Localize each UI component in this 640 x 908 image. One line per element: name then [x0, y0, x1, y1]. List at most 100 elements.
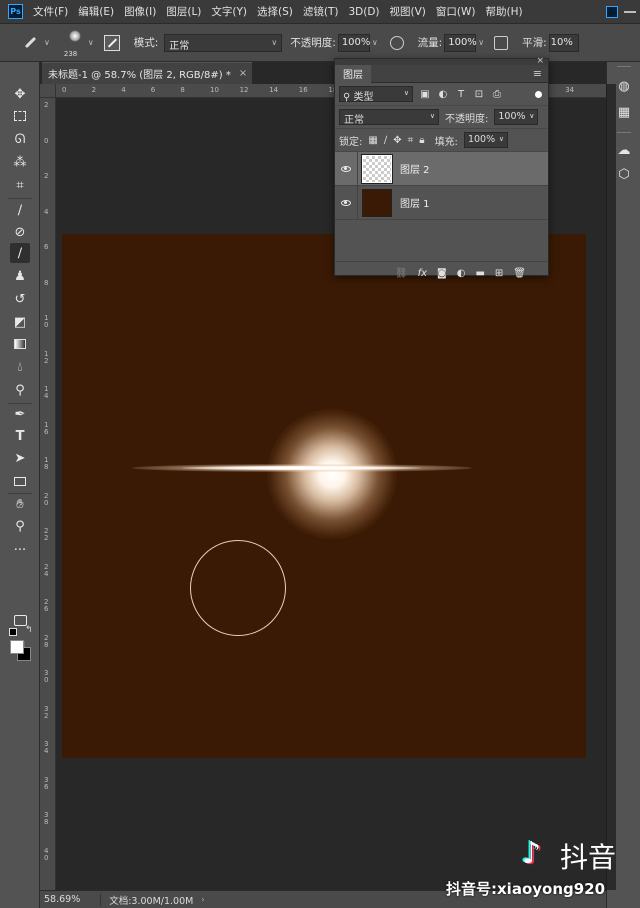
add-mask-icon[interactable]: ◙	[437, 268, 447, 279]
filter-pixel-icon[interactable]: ▣	[419, 89, 431, 100]
filter-shape-icon[interactable]: ⊡	[473, 89, 485, 100]
chevron-down-icon: ∨	[429, 112, 435, 120]
lock-position-icon[interactable]: ✥	[393, 135, 401, 146]
opacity-field[interactable]: 100%	[337, 33, 370, 52]
layers-panel-titlebar[interactable]: ×	[335, 56, 548, 66]
layer-row[interactable]: 图层 2	[335, 151, 548, 186]
brush-settings-panel-icon[interactable]	[103, 34, 120, 51]
adjustment-layer-icon[interactable]: ◐	[457, 268, 466, 279]
close-panel-icon[interactable]: ×	[536, 56, 544, 66]
layer-filter-select[interactable]: ⚲ 类型 ∨	[339, 86, 413, 103]
layer-name[interactable]: 图层 2	[400, 161, 430, 176]
history-brush-tool-icon[interactable]: ↺	[10, 289, 30, 309]
minimize-icon[interactable]	[624, 10, 636, 13]
marquee-tool-icon[interactable]	[10, 106, 30, 126]
hand-tool-icon[interactable]: ✋︎	[10, 494, 30, 514]
layer-filter-value: 类型	[353, 92, 374, 103]
menu-image[interactable]: 图像(I)	[124, 4, 156, 19]
menu-layer[interactable]: 图层(L)	[166, 4, 201, 19]
eraser-tool-icon[interactable]: ◩	[10, 312, 30, 332]
menu-select[interactable]: 选择(S)	[257, 4, 293, 19]
flow-chevron-icon[interactable]: ∨	[478, 38, 484, 47]
mode-select[interactable]: 正常 ∨	[164, 33, 283, 52]
more-tools-icon[interactable]: ···	[10, 540, 30, 560]
dock-grip[interactable]	[617, 66, 631, 67]
menu-type[interactable]: 文字(Y)	[211, 4, 247, 19]
opacity-chevron-icon[interactable]: ∨	[372, 38, 378, 47]
vertical-scrollbar[interactable]	[606, 84, 616, 890]
layers-list-empty-area[interactable]	[335, 220, 548, 261]
libraries-panel-icon[interactable]: ☁	[616, 142, 632, 158]
foreground-color-swatch[interactable]	[10, 640, 24, 654]
brush-tool-icon[interactable]	[22, 35, 38, 51]
menu-filter[interactable]: 滤镜(T)	[303, 4, 339, 19]
layer-row[interactable]: 图层 1	[335, 185, 548, 220]
menu-help[interactable]: 帮助(H)	[486, 4, 523, 19]
brush-preset-chevron-icon[interactable]: ∨	[88, 38, 94, 47]
airbrush-icon[interactable]	[494, 35, 509, 50]
zoom-level[interactable]: 58.69%	[44, 894, 80, 905]
blend-mode-select[interactable]: 正常 ∨	[339, 109, 439, 126]
menu-window[interactable]: 窗口(W)	[436, 4, 476, 19]
brush-preset-picker[interactable]: 238	[64, 28, 88, 58]
layer-thumbnail[interactable]	[362, 188, 392, 217]
layer-style-icon[interactable]: fx	[418, 268, 427, 279]
filter-adjustment-icon[interactable]: ◐	[437, 89, 449, 100]
rectangle-tool-icon[interactable]	[10, 471, 30, 491]
menu-3d[interactable]: 3D(D)	[348, 6, 379, 18]
filter-type-icon[interactable]: T	[455, 89, 467, 100]
lock-artboard-icon[interactable]: ⌗	[408, 135, 414, 146]
status-info-chevron-icon[interactable]: ›	[201, 895, 204, 904]
layer-opacity-field[interactable]: 100% ∨	[494, 109, 539, 125]
clone-stamp-tool-icon[interactable]: ♟	[10, 266, 30, 286]
tab-layers[interactable]: 图层	[335, 64, 371, 83]
pressure-opacity-icon[interactable]	[389, 35, 404, 50]
document-canvas[interactable]	[62, 234, 586, 758]
quick-mask-icon[interactable]	[10, 610, 30, 630]
filter-smart-object-icon[interactable]: ⎙	[491, 89, 503, 100]
new-group-icon[interactable]: ▬	[475, 268, 484, 279]
paths-panel-icon[interactable]: ⬡	[616, 166, 632, 182]
close-tab-icon[interactable]: ×	[239, 68, 247, 79]
type-tool-icon[interactable]: T	[10, 426, 30, 446]
fill-field[interactable]: 100% ∨	[463, 132, 508, 148]
visibility-toggle[interactable]	[335, 165, 357, 172]
flow-field[interactable]: 100%	[444, 33, 477, 52]
ruler-vertical[interactable]: 2 0 2 4 6 8 1 0 1 2 1 4 1 6 1 8 2 0 2 2 2 4 2 6 2 8 3 0 3…	[40, 98, 56, 890]
eye-icon	[341, 165, 351, 172]
layer-name[interactable]: 图层 1	[400, 195, 430, 210]
smoothing-field[interactable]: 10%	[548, 33, 579, 52]
swatches-panel-icon[interactable]: ▦	[616, 104, 632, 120]
filter-toggle-icon[interactable]	[535, 90, 542, 98]
lock-image-icon[interactable]: ∕	[384, 135, 387, 146]
link-layers-icon[interactable]: ⛓	[395, 268, 408, 279]
layer-thumbnail[interactable]	[361, 153, 393, 184]
brush-tool-icon[interactable]: ∕	[10, 243, 30, 263]
document-tab[interactable]: 未标题-1 @ 58.7% (图层 2, RGB/8#) * ×	[42, 62, 252, 84]
color-panel-icon[interactable]: ◍	[616, 78, 632, 94]
menu-edit[interactable]: 编辑(E)	[78, 4, 114, 19]
tool-preset-chevron-icon[interactable]: ∨	[44, 38, 50, 47]
magic-wand-tool-icon[interactable]: ⁂	[10, 152, 30, 172]
lock-all-icon[interactable]: 🔒︎	[419, 135, 424, 146]
blur-tool-icon[interactable]: 💧︎	[10, 357, 30, 377]
path-selection-tool-icon[interactable]: ➤	[10, 448, 30, 468]
dodge-tool-icon[interactable]: ⚲	[10, 380, 30, 400]
zoom-tool-icon[interactable]: ⚲	[10, 516, 30, 536]
lasso-tool-icon[interactable]: ᘏ	[10, 129, 30, 149]
crop-tool-icon[interactable]: ⌗	[10, 175, 30, 195]
menu-view[interactable]: 视图(V)	[390, 4, 426, 19]
healing-brush-tool-icon[interactable]: ⊘	[10, 222, 30, 242]
visibility-toggle[interactable]	[335, 199, 357, 206]
move-tool-icon[interactable]: ✥	[10, 84, 30, 104]
gradient-tool-icon[interactable]	[10, 334, 30, 354]
new-layer-icon[interactable]: ⊞	[495, 268, 503, 279]
eyedropper-tool-icon[interactable]: ∕	[10, 200, 30, 220]
menu-file[interactable]: 文件(F)	[33, 4, 68, 19]
lock-transparent-icon[interactable]: ▦	[368, 135, 377, 146]
ruler-origin[interactable]	[40, 84, 56, 98]
dock-grip[interactable]	[617, 132, 631, 133]
panel-menu-icon[interactable]: ≡	[533, 67, 542, 80]
delete-layer-icon[interactable]: 🗑︎	[513, 268, 526, 279]
pen-tool-icon[interactable]: ✒	[10, 404, 30, 424]
